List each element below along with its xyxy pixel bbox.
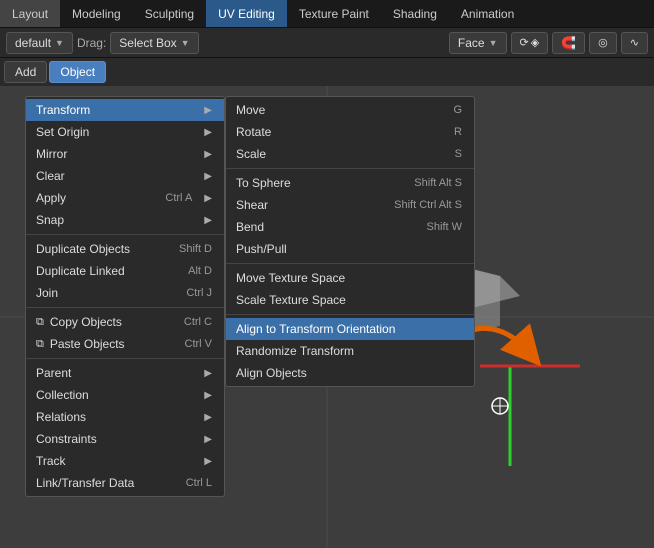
submenu-item-align-transform[interactable]: Align to Transform Orientation <box>226 318 474 340</box>
menu-item-link-transfer[interactable]: Link/Transfer Data Ctrl L <box>26 472 224 494</box>
face-dropdown[interactable]: Face ▼ <box>449 32 507 54</box>
menu-uv-editing[interactable]: UV Editing <box>206 0 287 27</box>
submenu-item-push-pull[interactable]: Push/Pull <box>226 238 474 260</box>
menu-item-clear[interactable]: Clear ▶ <box>26 165 224 187</box>
transform-icons[interactable]: ⟳ ◈ <box>511 32 549 54</box>
menu-layout[interactable]: Layout <box>0 0 60 27</box>
submenu-arrow-icon: ▶ <box>204 412 212 423</box>
menu-modeling[interactable]: Modeling <box>60 0 133 27</box>
context-menu: Transform ▶ Set Origin ▶ Mirror ▶ Clear … <box>25 96 225 497</box>
submenu-item-to-sphere[interactable]: To Sphere Shift Alt S <box>226 172 474 194</box>
menu-item-parent[interactable]: Parent ▶ <box>26 362 224 384</box>
submenu-arrow-icon: ▶ <box>204 434 212 445</box>
menu-item-paste-objects[interactable]: ⧉ Paste Objects Ctrl V <box>26 333 224 355</box>
submenu-arrow-icon: ▶ <box>204 171 212 182</box>
top-menubar: Layout Modeling Sculpting UV Editing Tex… <box>0 0 654 28</box>
submenu-item-move-texture-space[interactable]: Move Texture Space <box>226 267 474 289</box>
proportional-toggle[interactable]: ◎ <box>589 32 617 54</box>
paste-icon: ⧉ <box>36 338 44 351</box>
menu-item-constraints[interactable]: Constraints ▶ <box>26 428 224 450</box>
transform-submenu: Move G Rotate R Scale S To Sphere Shift … <box>225 96 475 387</box>
submenu-item-scale[interactable]: Scale S <box>226 143 474 165</box>
default-dropdown[interactable]: default ▼ <box>6 32 73 54</box>
submenu-arrow-icon: ▶ <box>204 390 212 401</box>
submenu-arrow-icon: ▶ <box>204 105 212 116</box>
divider <box>26 358 224 359</box>
divider <box>226 314 474 315</box>
menu-animation[interactable]: Animation <box>449 0 526 27</box>
toolbar: default ▼ Drag: Select Box ▼ Face ▼ ⟳ ◈ … <box>0 28 654 58</box>
menu-item-snap[interactable]: Snap ▶ <box>26 209 224 231</box>
menu-item-collection[interactable]: Collection ▶ <box>26 384 224 406</box>
menu-item-join[interactable]: Join Ctrl J <box>26 282 224 304</box>
submenu-item-move[interactable]: Move G <box>226 99 474 121</box>
pivot-icon: ◈ <box>531 36 539 49</box>
menu-item-relations[interactable]: Relations ▶ <box>26 406 224 428</box>
menu-item-set-origin[interactable]: Set Origin ▶ <box>26 121 224 143</box>
menu-item-copy-objects[interactable]: ⧉ Copy Objects Ctrl C <box>26 311 224 333</box>
menu-item-transform[interactable]: Transform ▶ <box>26 99 224 121</box>
submenu-item-bend[interactable]: Bend Shift W <box>226 216 474 238</box>
submenu-item-rotate[interactable]: Rotate R <box>226 121 474 143</box>
magnet-icon: 🧲 <box>561 36 576 50</box>
drag-label: Drag: <box>77 36 106 50</box>
orient-icon: ⟳ <box>520 36 529 49</box>
submenu-arrow-icon: ▶ <box>204 456 212 467</box>
menu-sculpting[interactable]: Sculpting <box>133 0 206 27</box>
menu-item-duplicate-objects[interactable]: Duplicate Objects Shift D <box>26 238 224 260</box>
submenu-arrow-icon: ▶ <box>204 193 212 204</box>
divider <box>26 307 224 308</box>
snap-toggle[interactable]: 🧲 <box>552 32 585 54</box>
add-button[interactable]: Add <box>4 61 47 83</box>
menu-item-mirror[interactable]: Mirror ▶ <box>26 143 224 165</box>
menu-item-track[interactable]: Track ▶ <box>26 450 224 472</box>
chevron-down-icon: ▼ <box>55 38 64 48</box>
submenu-arrow-icon: ▶ <box>204 215 212 226</box>
chevron-down-icon: ▼ <box>181 38 190 48</box>
header-row: Add Object <box>0 58 654 86</box>
viewport: Transform ▶ Set Origin ▶ Mirror ▶ Clear … <box>0 86 654 548</box>
proportional-icon: ◎ <box>598 36 608 49</box>
submenu-item-scale-texture-space[interactable]: Scale Texture Space <box>226 289 474 311</box>
menu-shading[interactable]: Shading <box>381 0 449 27</box>
graph-icon: ∿ <box>630 36 639 49</box>
select-mode-dropdown[interactable]: Select Box ▼ <box>110 32 198 54</box>
divider <box>26 234 224 235</box>
menu-item-duplicate-linked[interactable]: Duplicate Linked Alt D <box>26 260 224 282</box>
divider <box>226 263 474 264</box>
submenu-arrow-icon: ▶ <box>204 149 212 160</box>
submenu-arrow-icon: ▶ <box>204 127 212 138</box>
menu-texture-paint[interactable]: Texture Paint <box>287 0 381 27</box>
submenu-item-align-objects[interactable]: Align Objects <box>226 362 474 384</box>
copy-icon: ⧉ <box>36 316 44 329</box>
menu-item-apply[interactable]: Apply Ctrl A ▶ <box>26 187 224 209</box>
submenu-arrow-icon: ▶ <box>204 368 212 379</box>
graph-icon-btn[interactable]: ∿ <box>621 32 648 54</box>
submenu-item-shear[interactable]: Shear Shift Ctrl Alt S <box>226 194 474 216</box>
submenu-item-randomize-transform[interactable]: Randomize Transform <box>226 340 474 362</box>
chevron-down-icon: ▼ <box>489 38 498 48</box>
divider <box>226 168 474 169</box>
object-button[interactable]: Object <box>49 61 106 83</box>
